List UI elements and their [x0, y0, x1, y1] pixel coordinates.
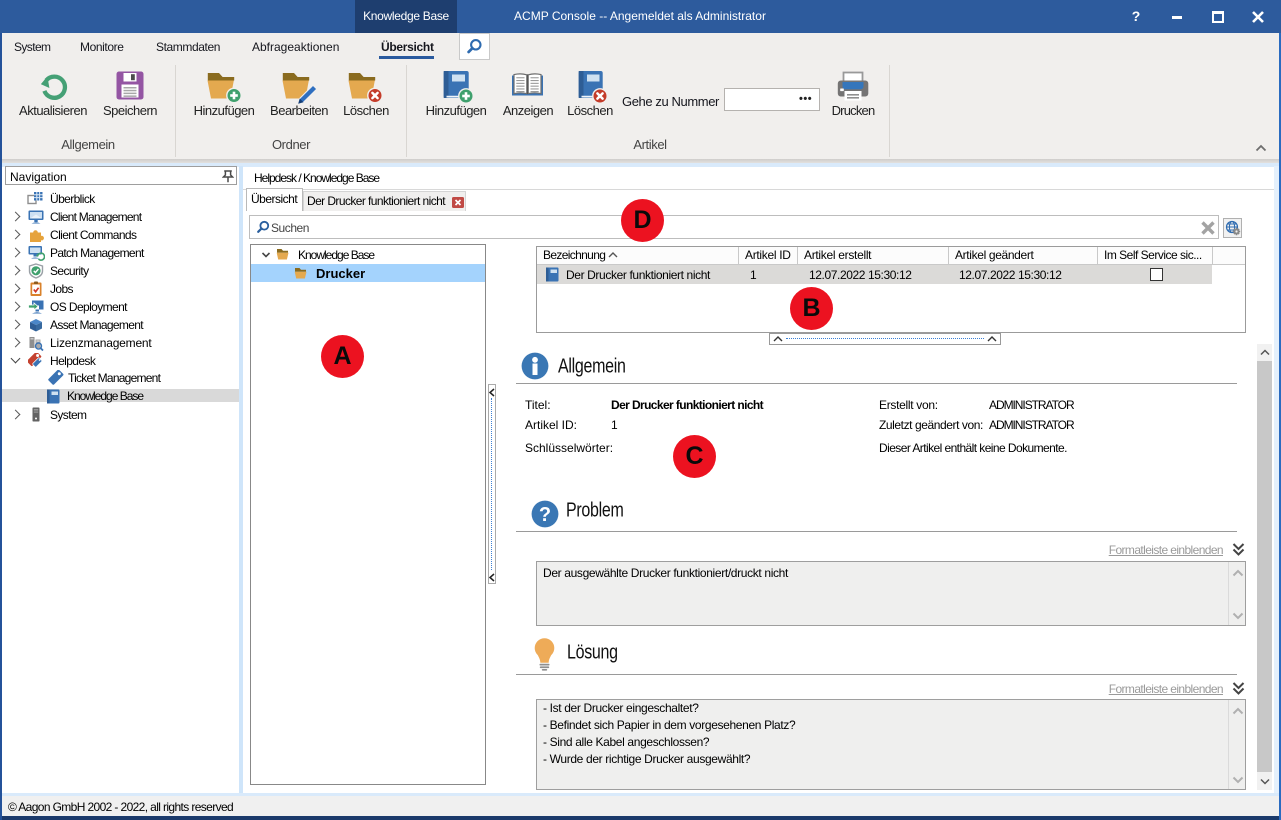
- svg-text:?: ?: [539, 504, 551, 526]
